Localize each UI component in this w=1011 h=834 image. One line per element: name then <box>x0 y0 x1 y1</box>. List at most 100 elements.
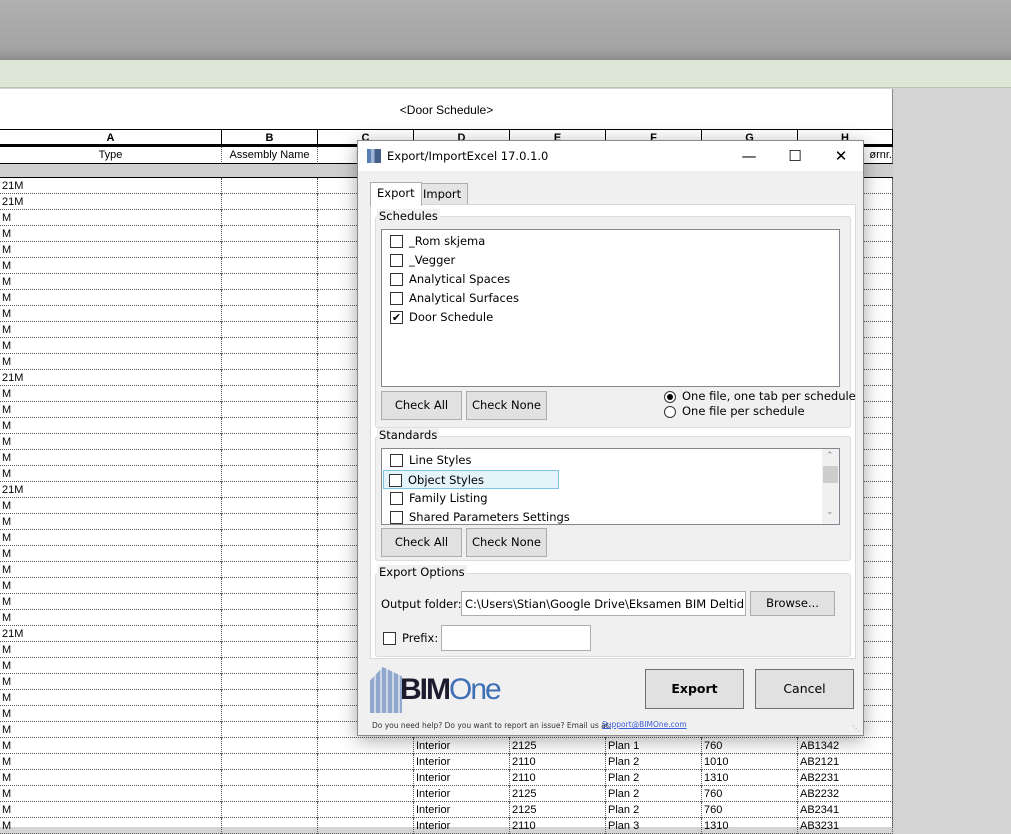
table-cell[interactable] <box>222 594 318 610</box>
table-cell[interactable] <box>222 322 318 338</box>
export-button[interactable]: Export <box>645 669 744 709</box>
table-cell[interactable]: Interior <box>414 770 510 786</box>
table-cell[interactable]: 2110 <box>510 818 606 834</box>
table-cell[interactable]: M <box>0 242 222 258</box>
checkbox[interactable] <box>390 492 403 505</box>
table-cell[interactable]: 760 <box>702 802 798 818</box>
table-cell[interactable] <box>222 626 318 642</box>
table-cell[interactable] <box>222 818 318 834</box>
checkbox[interactable] <box>390 454 403 467</box>
table-cell[interactable] <box>222 770 318 786</box>
table-cell[interactable] <box>222 178 318 194</box>
table-cell[interactable]: M <box>0 258 222 274</box>
table-cell[interactable] <box>222 434 318 450</box>
title-bar[interactable]: Export/ImportExcel 17.0.1.0 — ☐ ✕ <box>358 141 863 171</box>
table-cell[interactable]: M <box>0 642 222 658</box>
table-cell[interactable]: M <box>0 322 222 338</box>
table-cell[interactable]: Plan 1 <box>606 738 702 754</box>
table-cell[interactable] <box>318 754 414 770</box>
table-cell[interactable]: 2110 <box>510 754 606 770</box>
table-cell[interactable]: AB2341 <box>798 802 893 818</box>
table-cell[interactable] <box>318 802 414 818</box>
tab-import[interactable]: Import <box>416 183 469 205</box>
table-cell[interactable]: Plan 2 <box>606 770 702 786</box>
table-cell[interactable]: AB1342 <box>798 738 893 754</box>
table-cell[interactable]: Interior <box>414 786 510 802</box>
table-cell[interactable] <box>222 482 318 498</box>
table-cell[interactable] <box>222 674 318 690</box>
table-cell[interactable] <box>318 786 414 802</box>
table-cell[interactable] <box>222 450 318 466</box>
scroll-thumb[interactable] <box>823 466 838 483</box>
table-cell[interactable]: M <box>0 306 222 322</box>
table-cell[interactable]: AB2232 <box>798 786 893 802</box>
table-cell[interactable]: M <box>0 418 222 434</box>
table-cell[interactable]: M <box>0 402 222 418</box>
table-cell[interactable]: Interior <box>414 802 510 818</box>
checkbox[interactable] <box>389 474 402 487</box>
table-cell[interactable] <box>222 802 318 818</box>
table-cell[interactable] <box>222 546 318 562</box>
table-cell[interactable]: M <box>0 226 222 242</box>
table-cell[interactable]: M <box>0 338 222 354</box>
table-cell[interactable]: M <box>0 354 222 370</box>
table-row[interactable]: M Interior 2125 Plan 1 760 AB1342 <box>0 738 893 754</box>
table-cell[interactable]: 2125 <box>510 802 606 818</box>
table-cell[interactable]: Plan 2 <box>606 802 702 818</box>
table-cell[interactable]: M <box>0 514 222 530</box>
table-cell[interactable]: M <box>0 450 222 466</box>
table-cell[interactable]: M <box>0 386 222 402</box>
table-cell[interactable] <box>222 530 318 546</box>
table-cell[interactable] <box>222 498 318 514</box>
table-cell[interactable]: M <box>0 210 222 226</box>
output-folder-input[interactable]: C:\Users\Stian\Google Drive\Eksamen BIM … <box>461 591 746 616</box>
table-cell[interactable] <box>222 194 318 210</box>
table-cell[interactable]: M <box>0 610 222 626</box>
column-header-0[interactable]: Type <box>0 147 222 164</box>
table-cell[interactable] <box>222 578 318 594</box>
table-cell[interactable]: M <box>0 818 222 834</box>
checkbox[interactable] <box>390 292 403 305</box>
table-cell[interactable] <box>222 354 318 370</box>
checkbox[interactable] <box>390 511 403 524</box>
schedules-check-none-button[interactable]: Check None <box>466 391 547 420</box>
table-cell[interactable]: 21M <box>0 626 222 642</box>
table-cell[interactable] <box>222 210 318 226</box>
table-cell[interactable]: M <box>0 786 222 802</box>
table-cell[interactable]: AB2231 <box>798 770 893 786</box>
list-item[interactable]: Shared Parameters Settings <box>385 508 570 524</box>
table-row[interactable]: M Interior 2110 Plan 2 1310 AB2231 <box>0 770 893 786</box>
table-cell[interactable]: 21M <box>0 194 222 210</box>
table-cell[interactable]: Interior <box>414 818 510 834</box>
table-cell[interactable] <box>222 386 318 402</box>
table-cell[interactable]: Interior <box>414 754 510 770</box>
table-cell[interactable]: 2125 <box>510 738 606 754</box>
table-cell[interactable] <box>318 770 414 786</box>
maximize-button[interactable]: ☐ <box>772 141 818 171</box>
table-cell[interactable]: 21M <box>0 370 222 386</box>
table-cell[interactable] <box>222 562 318 578</box>
table-cell[interactable] <box>222 258 318 274</box>
table-cell[interactable] <box>222 754 318 770</box>
table-cell[interactable]: M <box>0 546 222 562</box>
table-cell[interactable]: M <box>0 674 222 690</box>
checkbox[interactable] <box>390 235 403 248</box>
table-cell[interactable]: 21M <box>0 178 222 194</box>
table-row[interactable]: M Interior 2110 Plan 3 1310 AB3231 <box>0 818 893 834</box>
table-cell[interactable]: M <box>0 658 222 674</box>
radio-one-file-one-tab[interactable] <box>664 391 676 403</box>
table-cell[interactable]: M <box>0 738 222 754</box>
standards-scrollbar[interactable]: ⌃ ⌄ <box>822 449 839 524</box>
table-cell[interactable]: Interior <box>414 738 510 754</box>
table-cell[interactable] <box>222 274 318 290</box>
radio-one-file-per-schedule-label[interactable]: One file per schedule <box>682 404 805 418</box>
table-cell[interactable]: Plan 2 <box>606 754 702 770</box>
table-cell[interactable] <box>222 738 318 754</box>
checkbox[interactable]: ✔ <box>390 311 403 324</box>
table-cell[interactable]: M <box>0 754 222 770</box>
standards-check-none-button[interactable]: Check None <box>466 528 547 557</box>
table-cell[interactable] <box>222 290 318 306</box>
table-cell[interactable] <box>222 514 318 530</box>
list-item[interactable]: Object Styles <box>383 470 559 489</box>
list-item[interactable]: _Vegger <box>385 251 455 270</box>
